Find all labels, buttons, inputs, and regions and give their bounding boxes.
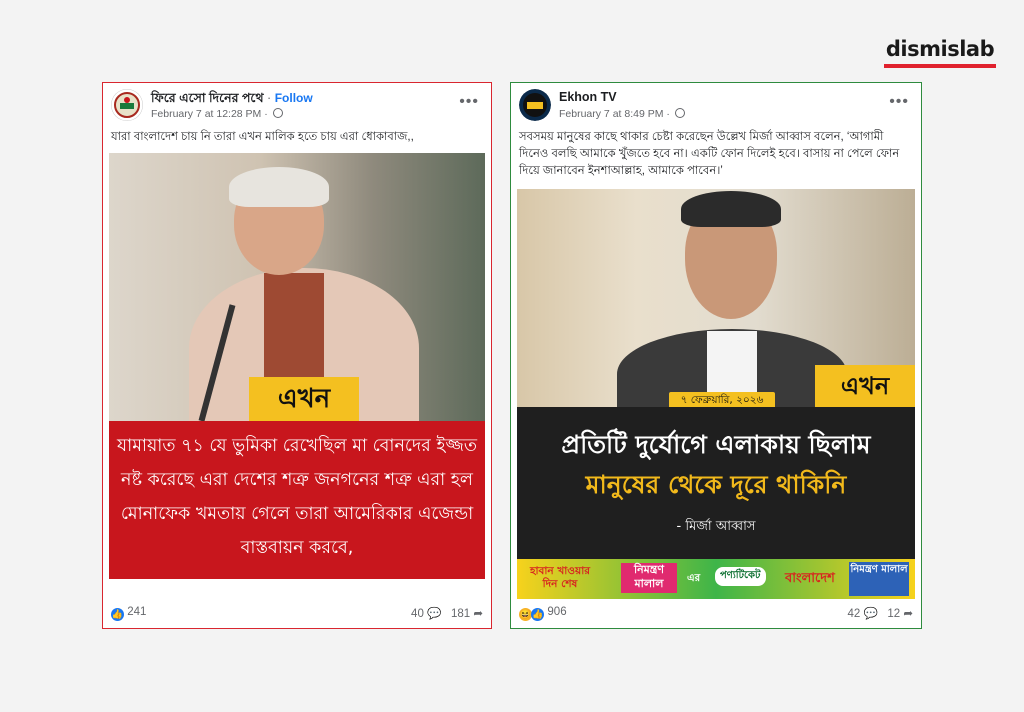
comment-count[interactable]: 42 xyxy=(847,608,860,620)
share-count[interactable]: 12 xyxy=(887,608,900,620)
ad-product-pack: নিমন্ত্রণ মালাল xyxy=(849,562,909,596)
post-image[interactable]: এখন যামায়াত ৭১ যে ভুমিকা রেখেছিল মা বোন… xyxy=(109,153,485,579)
separator-dot: · xyxy=(666,108,670,120)
ad-banner: হাবান খাওয়ার দিন শেষ নিমন্ত্রণ মালাল এর… xyxy=(517,559,915,599)
reaction-count[interactable]: 241 xyxy=(127,606,146,618)
share-icon: ➦ xyxy=(903,608,913,620)
share-icon: ➦ xyxy=(473,608,483,620)
post-header: ফিরে এসো দিনের পথে · Follow February 7 a… xyxy=(111,87,483,127)
post-image[interactable]: এখন ৭ ফেব্রুয়ারি, ২০২৬ প্রতিটি দুর্যোগে… xyxy=(517,189,915,599)
separator-dot: · xyxy=(267,91,272,105)
ekhon-logo: এখন xyxy=(815,365,915,407)
follow-button[interactable]: Follow xyxy=(275,91,313,105)
ad-slogan: হাবান খাওয়ার দিন শেষ xyxy=(529,565,591,590)
post-footer: 👍 241 40 💬 181 ➦ xyxy=(111,606,483,622)
separator-dot: · xyxy=(264,108,268,120)
headline-line-1: প্রতিটি দুর্যোগে এলাকায় ছিলাম xyxy=(561,430,871,459)
reaction-count[interactable]: 906 xyxy=(547,606,566,618)
ad-country: বাংলাদেশ xyxy=(785,571,835,586)
ad-connector: এর xyxy=(687,573,701,584)
comment-count[interactable]: 40 xyxy=(411,608,424,620)
post-header: Ekhon TV February 7 at 8:49 PM · ••• xyxy=(519,87,913,127)
photo: এখন xyxy=(517,189,915,419)
post-caption: সবসময় মানুষের কাছে থাকার চেষ্টা করেছেন … xyxy=(519,131,900,177)
page-name[interactable]: Ekhon TV xyxy=(559,90,617,104)
photo: এখন xyxy=(109,153,485,428)
share-count[interactable]: 181 xyxy=(451,608,470,620)
facebook-post-card: ফিরে এসো দিনের পথে · Follow February 7 a… xyxy=(102,82,492,629)
ekhon-logo: এখন xyxy=(249,377,359,421)
post-timestamp[interactable]: February 7 at 12:28 PM xyxy=(151,108,261,120)
ad-brand: নিমন্ত্রণ মালাল xyxy=(621,563,677,593)
more-options-icon[interactable]: ••• xyxy=(459,93,479,111)
brand-underline xyxy=(884,64,996,68)
brand-name: dismislab xyxy=(885,37,995,61)
page-name[interactable]: ফিরে এসো দিনের পথে xyxy=(151,91,264,105)
globe-icon xyxy=(674,108,685,118)
haha-reaction-icon: 😆 xyxy=(519,608,532,621)
post-footer: 😆 👍 906 42 💬 12 ➦ xyxy=(519,606,913,622)
more-options-icon[interactable]: ••• xyxy=(889,93,909,111)
dismislab-logo: dismislab xyxy=(884,38,996,68)
comment-icon: 💬 xyxy=(863,608,878,620)
like-reaction-icon: 👍 xyxy=(111,608,124,621)
post-caption: যারা বাংলাদেশ চায় নি তারা এখন মালিক হতে… xyxy=(111,131,414,143)
headline-line-2: মানুষের থেকে দূরে থাকিনি xyxy=(585,470,847,499)
like-reaction-icon: 👍 xyxy=(531,608,545,621)
quote-banner: প্রতিটি দুর্যোগে এলাকায় ছিলাম মানুষের থ… xyxy=(517,407,915,559)
comment-icon: 💬 xyxy=(427,608,442,620)
page-avatar[interactable] xyxy=(519,89,551,121)
page-avatar[interactable] xyxy=(111,89,143,121)
post-timestamp[interactable]: February 7 at 8:49 PM xyxy=(559,108,663,120)
ad-brand-2: পণ্যটিকেট xyxy=(715,567,766,586)
quote-attribution: - মির্জা আব্বাস xyxy=(676,519,756,534)
facebook-post-card: Ekhon TV February 7 at 8:49 PM · ••• সবস… xyxy=(510,82,922,629)
globe-icon xyxy=(272,108,283,118)
text-banner: যামায়াত ৭১ যে ভুমিকা রেখেছিল মা বোনদের … xyxy=(109,421,485,579)
